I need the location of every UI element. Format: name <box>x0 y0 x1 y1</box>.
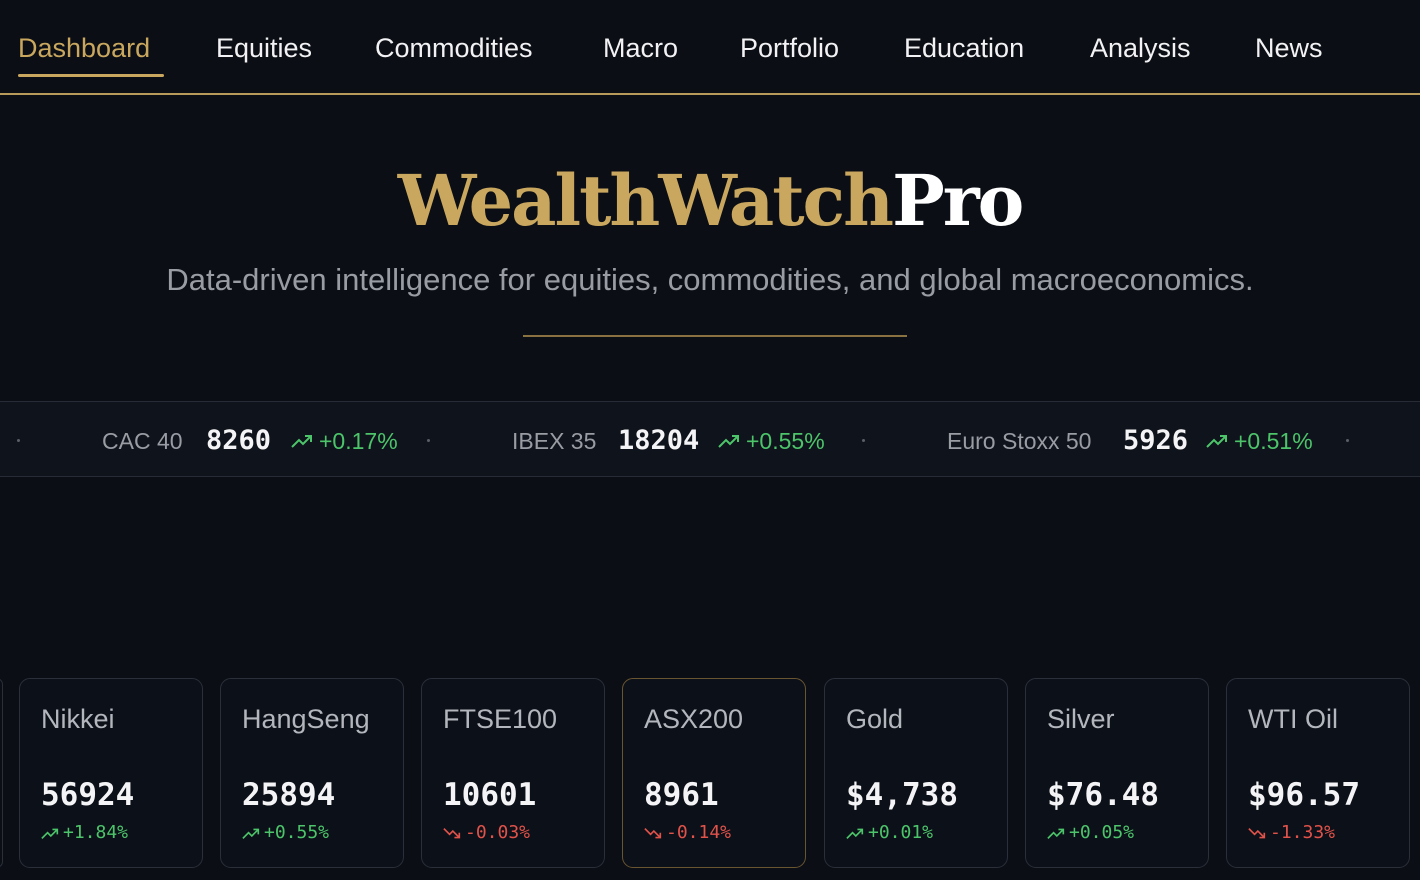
nav-tab-portfolio[interactable]: Portfolio <box>740 32 839 64</box>
nav-tab-equities[interactable]: Equities <box>216 32 312 64</box>
ticker-name: CAC 40 <box>102 428 183 454</box>
card-change: -0.03% <box>443 822 530 844</box>
trend-up-icon <box>1047 828 1065 839</box>
card-name: Silver <box>1047 704 1115 734</box>
brand-suffix: Pro <box>892 159 1024 242</box>
nav-tab-analysis[interactable]: Analysis <box>1090 32 1191 64</box>
hero-title: WealthWatchPro <box>0 158 1420 244</box>
ticker-separator <box>17 439 20 442</box>
market-card-gold[interactable]: Gold $4,738 +0.01% <box>824 678 1008 868</box>
market-card-nikkei[interactable]: Nikkei 56924 +1.84% <box>19 678 203 868</box>
card-change-label: -0.03% <box>465 822 531 843</box>
card-change: -1.33% <box>1248 822 1335 844</box>
trend-down-icon <box>644 827 662 838</box>
card-name: HangSeng <box>242 704 370 734</box>
ticker-name: Euro Stoxx 50 <box>947 428 1092 454</box>
card-change-label: +0.55% <box>264 822 330 843</box>
trend-up-icon <box>291 435 312 448</box>
card-value: 10601 <box>443 777 537 813</box>
card-change: +0.01% <box>846 822 933 844</box>
card-name: Gold <box>846 704 904 734</box>
ticker-change-label: +0.55% <box>746 428 825 454</box>
ticker-change-label: +0.17% <box>319 428 398 454</box>
card-value: $4,738 <box>846 777 958 813</box>
nav-tab-education[interactable]: Education <box>904 32 1024 64</box>
card-name: ASX200 <box>644 704 744 734</box>
top-nav: Dashboard Equities Commodities Macro Por… <box>0 0 1420 95</box>
market-card-asx200[interactable]: ASX200 8961 -0.14% <box>622 678 806 868</box>
hero-subtitle: Data-driven intelligence for equities, c… <box>166 262 1254 297</box>
card-value: $76.48 <box>1047 777 1159 813</box>
market-ticker: CAC 40 8260 +0.17% IBEX 35 18204 +0.55% … <box>0 401 1420 477</box>
ticker-value: 8260 <box>206 425 272 456</box>
card-partial-left <box>0 678 3 868</box>
market-card-wti-oil[interactable]: WTI Oil $96.57 -1.33% <box>1226 678 1410 868</box>
card-change-label: +0.01% <box>868 822 934 843</box>
card-name: WTI Oil <box>1248 704 1338 734</box>
active-tab-indicator <box>18 74 164 77</box>
ticker-value: 5926 <box>1123 425 1189 456</box>
card-name: FTSE100 <box>443 704 558 734</box>
card-name: Nikkei <box>41 704 115 734</box>
card-value: 56924 <box>41 777 135 813</box>
ticker-change: +0.51% <box>1206 427 1313 455</box>
ticker-value: 18204 <box>618 425 700 456</box>
card-value: 25894 <box>242 777 336 813</box>
card-change: +0.55% <box>242 822 329 844</box>
ticker-separator <box>862 439 865 442</box>
card-change-label: +0.05% <box>1069 822 1135 843</box>
card-change: -0.14% <box>644 822 731 844</box>
trend-down-icon <box>443 827 461 838</box>
hero-divider <box>523 335 907 337</box>
trend-up-icon <box>41 828 59 839</box>
card-value: $96.57 <box>1248 777 1360 813</box>
brand-name: WealthWatch <box>397 159 894 242</box>
ticker-change: +0.55% <box>718 427 825 455</box>
card-change-label: +1.84% <box>63 822 129 843</box>
nav-tab-dashboard[interactable]: Dashboard <box>18 32 150 64</box>
market-card-silver[interactable]: Silver $76.48 +0.05% <box>1025 678 1209 868</box>
card-change: +0.05% <box>1047 822 1134 844</box>
nav-tab-news[interactable]: News <box>1255 32 1323 64</box>
trend-up-icon <box>718 435 739 448</box>
market-card-ftse100[interactable]: FTSE100 10601 -0.03% <box>421 678 605 868</box>
trend-up-icon <box>846 828 864 839</box>
ticker-separator <box>1346 439 1349 442</box>
card-change-label: -0.14% <box>666 822 732 843</box>
ticker-separator <box>427 439 430 442</box>
card-change-label: -1.33% <box>1270 822 1336 843</box>
ticker-change: +0.17% <box>291 427 398 455</box>
trend-up-icon <box>1206 435 1227 448</box>
nav-tab-commodities[interactable]: Commodities <box>375 32 533 64</box>
ticker-name: IBEX 35 <box>512 428 597 454</box>
trend-up-icon <box>242 828 260 839</box>
nav-tab-macro[interactable]: Macro <box>603 32 678 64</box>
ticker-change-label: +0.51% <box>1234 428 1313 454</box>
card-value: 8961 <box>644 777 719 813</box>
trend-down-icon <box>1248 827 1266 838</box>
market-card-hangseng[interactable]: HangSeng 25894 +0.55% <box>220 678 404 868</box>
card-change: +1.84% <box>41 822 128 844</box>
